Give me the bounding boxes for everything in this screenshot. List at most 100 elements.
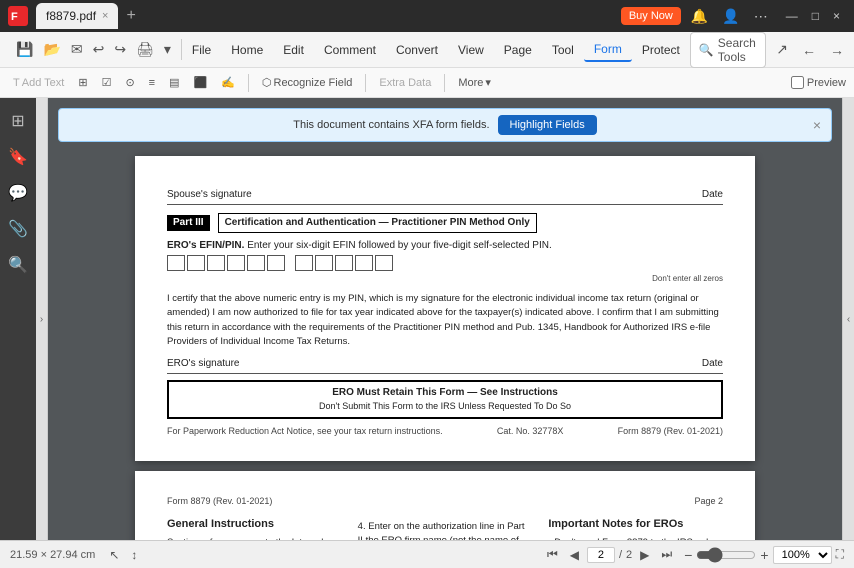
retain-subtitle: Don't Submit This Form to the IRS Unless…: [173, 400, 717, 413]
retain-title: ERO Must Retain This Form — See Instruct…: [173, 386, 717, 400]
pin-box-2[interactable]: [315, 255, 333, 271]
ero-signature-row: ERO's signature Date: [167, 357, 723, 374]
app-logo: F: [8, 6, 28, 26]
pin-box-4[interactable]: [355, 255, 373, 271]
next-page-button[interactable]: ▶: [636, 546, 653, 564]
pin-box-3[interactable]: [335, 255, 353, 271]
sidebar-icon-attachments[interactable]: 📎: [3, 214, 33, 244]
menu-protect[interactable]: Protect: [632, 39, 690, 61]
preview-checkbox[interactable]: [791, 76, 804, 89]
share-icon[interactable]: ↗: [772, 39, 792, 60]
more-button[interactable]: More ▾: [453, 74, 496, 91]
efin-box-5[interactable]: [247, 255, 265, 271]
right-panel-toggle[interactable]: ‹: [842, 98, 854, 540]
xfa-banner: This document contains XFA form fields. …: [58, 108, 832, 142]
bottom-right-controls: ⏮ ◀ / 2 ▶ ⏭ − + 100% 75% 125% 150% ⛶: [543, 545, 844, 564]
menu-page[interactable]: Page: [494, 39, 542, 61]
extra-data-button[interactable]: Extra Data: [374, 75, 436, 91]
maximize-button[interactable]: □: [806, 6, 825, 26]
sign-btn[interactable]: ✍: [216, 74, 240, 91]
ero-date-label: Date: [702, 357, 723, 371]
save-icon[interactable]: 💾: [12, 39, 37, 60]
forward-icon[interactable]: →: [826, 40, 848, 60]
first-page-button[interactable]: ⏮: [543, 545, 562, 564]
zoom-control: − + 100% 75% 125% 150% ⛶: [684, 546, 844, 564]
user-icon[interactable]: 👤: [718, 6, 743, 27]
search-tools-box[interactable]: 🔍 Search Tools: [690, 32, 766, 68]
col1: General Instructions Section references …: [167, 516, 342, 540]
cat-no: Cat. No. 32778X: [497, 425, 564, 438]
prev-page-button[interactable]: ◀: [566, 546, 583, 564]
open-icon[interactable]: 📂: [39, 39, 64, 60]
xfa-message: This document contains XFA form fields.: [293, 119, 489, 131]
zoom-in-button[interactable]: +: [760, 547, 768, 563]
efin-box-6[interactable]: [267, 255, 285, 271]
gen-instructions-title: General Instructions: [167, 516, 342, 533]
sidebar-icon-bookmarks[interactable]: 🔖: [3, 142, 33, 172]
menu-comment[interactable]: Comment: [314, 39, 386, 61]
bottom-bar: 21.59 × 27.94 cm ↖ ↕ ⏮ ◀ / 2 ▶ ⏭ − + 100…: [0, 540, 854, 568]
dropdown-icon[interactable]: ▾: [160, 39, 175, 60]
recognize-field-button[interactable]: ⬡ Recognize Field: [257, 74, 357, 91]
menu-form[interactable]: Form: [584, 38, 632, 62]
add-text-button[interactable]: T Add Text: [8, 75, 69, 91]
zoom-out-button[interactable]: −: [684, 547, 692, 563]
redo-icon[interactable]: ↪: [110, 39, 130, 60]
combo-btn[interactable]: ▤: [164, 74, 184, 91]
banner-close-button[interactable]: ×: [813, 117, 821, 133]
back-icon[interactable]: ←: [798, 40, 820, 60]
select-icon[interactable]: ↕: [127, 546, 141, 564]
print-icon[interactable]: 🖨: [132, 39, 158, 60]
btn-icon[interactable]: ⬛: [188, 74, 212, 91]
menu-view[interactable]: View: [448, 39, 494, 61]
zoom-select[interactable]: 100% 75% 125% 150%: [773, 546, 832, 564]
menu-items: File Home Edit Comment Convert View Page…: [182, 38, 690, 62]
sidebar-icon-search[interactable]: 🔍: [3, 250, 33, 280]
active-tab[interactable]: f8879.pdf ×: [36, 3, 118, 29]
minimize-button[interactable]: —: [780, 6, 804, 26]
efin-box-4[interactable]: [227, 255, 245, 271]
sidebar-icon-pages[interactable]: ⊞: [6, 106, 29, 136]
checkbox-btn[interactable]: ☑: [97, 74, 117, 91]
add-text-icon: T: [13, 77, 20, 89]
efin-box-1[interactable]: [167, 255, 185, 271]
menu-home[interactable]: Home: [221, 39, 273, 61]
page2-columns: General Instructions Section references …: [167, 516, 723, 540]
list-btn[interactable]: ≡: [144, 75, 160, 91]
radio-btn[interactable]: ⊙: [120, 74, 139, 91]
pin-box-5[interactable]: [375, 255, 393, 271]
menu-tool[interactable]: Tool: [542, 39, 584, 61]
menu-dots-icon[interactable]: ⋯: [750, 6, 772, 27]
menu-edit[interactable]: Edit: [273, 39, 314, 61]
email-icon[interactable]: ✉: [67, 39, 87, 60]
left-panel-toggle[interactable]: ›: [36, 98, 48, 540]
highlight-fields-button[interactable]: Highlight Fields: [498, 115, 597, 135]
tab-close-button[interactable]: ×: [102, 10, 108, 22]
search-icon: 🔍: [699, 43, 714, 57]
efin-box-3[interactable]: [207, 255, 225, 271]
form-label-1: Form 8879 (Rev. 01-2021): [618, 425, 723, 438]
current-page-input[interactable]: [587, 547, 615, 563]
zoom-slider[interactable]: [696, 547, 756, 563]
menu-convert[interactable]: Convert: [386, 39, 448, 61]
cursor-icon[interactable]: ↖: [105, 546, 123, 564]
buy-now-button[interactable]: Buy Now: [621, 7, 681, 25]
preview-checkbox-label[interactable]: Preview: [791, 76, 846, 89]
retain-box: ERO Must Retain This Form — See Instruct…: [167, 380, 723, 419]
fit-page-button[interactable]: ⛶: [836, 547, 844, 562]
close-button[interactable]: ×: [827, 6, 846, 26]
spouse-signature-row: Spouse's signature Date: [167, 188, 723, 205]
sidebar-icon-comments[interactable]: 💬: [3, 178, 33, 208]
document-area[interactable]: This document contains XFA form fields. …: [48, 98, 842, 540]
notification-icon[interactable]: 🔔: [687, 6, 712, 27]
new-tab-button[interactable]: +: [122, 7, 139, 25]
efin-box-2[interactable]: [187, 255, 205, 271]
efin-separator: [287, 255, 293, 271]
recognize-icon: ⬡: [262, 76, 272, 89]
undo-icon[interactable]: ↩: [89, 39, 109, 60]
align-btn[interactable]: ⊞: [73, 74, 92, 91]
last-page-button[interactable]: ⏭: [657, 545, 676, 564]
efin-row: ERO's EFIN/PIN. Enter your six-digit EFI…: [167, 239, 723, 284]
pin-box-1[interactable]: [295, 255, 313, 271]
menu-file[interactable]: File: [182, 39, 221, 61]
